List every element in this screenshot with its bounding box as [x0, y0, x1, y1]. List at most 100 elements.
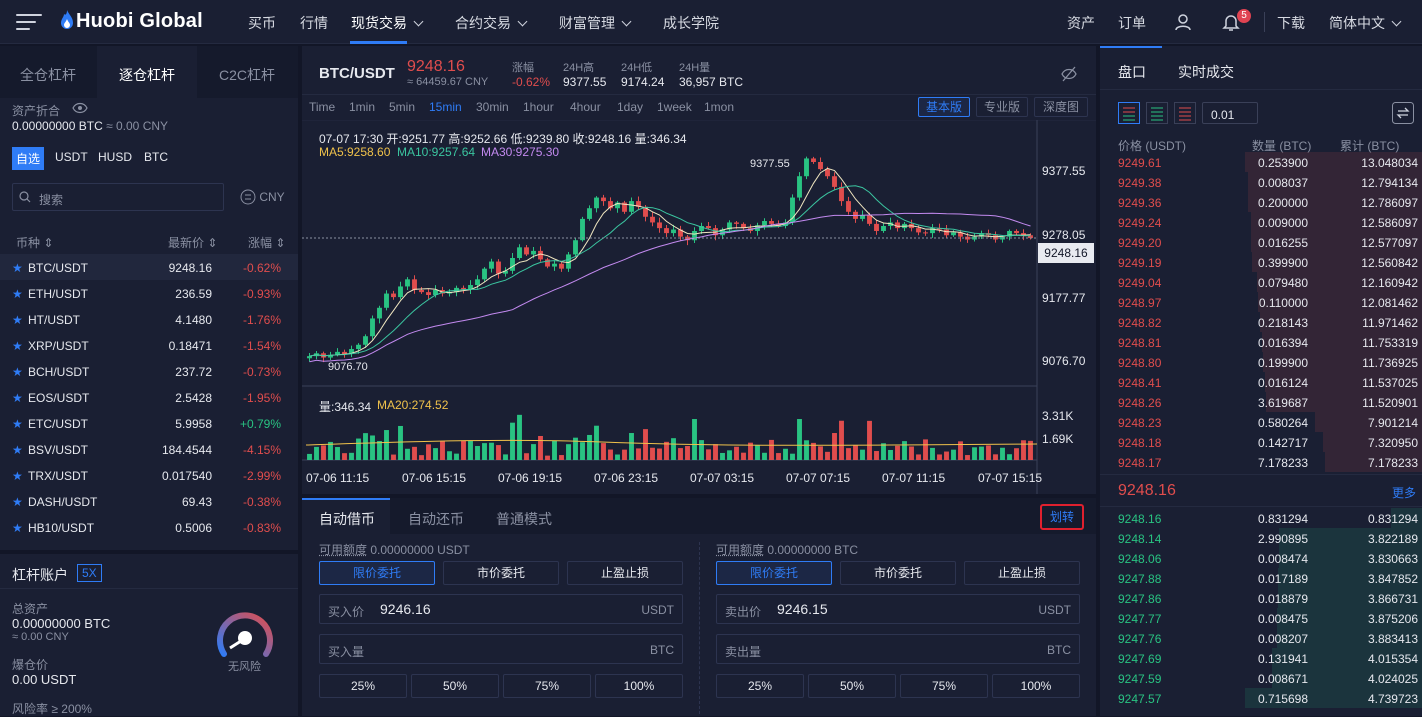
nav-download[interactable]: 下载: [1277, 13, 1305, 33]
interval-1mon[interactable]: 1mon: [704, 100, 734, 114]
interval-4hour[interactable]: 4hour: [570, 100, 601, 114]
tab-usdt[interactable]: USDT: [55, 150, 88, 164]
star-icon[interactable]: ★: [12, 261, 23, 275]
pair-row[interactable]: ★ ETH/USDT 236.59 -0.93%: [0, 280, 298, 306]
kline-chart[interactable]: [302, 120, 1096, 494]
user-icon[interactable]: [1174, 13, 1192, 31]
interval-1min[interactable]: 1min: [349, 100, 375, 114]
view-basic[interactable]: 基本版: [918, 97, 970, 117]
star-icon[interactable]: ★: [12, 339, 23, 353]
ask-row[interactable]: 9249.36 0.200000 12.786097: [1100, 192, 1422, 212]
hide-chart-icon[interactable]: [1060, 65, 1078, 83]
book-asks-icon[interactable]: [1174, 102, 1196, 124]
percent-button[interactable]: 50%: [808, 674, 896, 698]
pair-row[interactable]: ★ BTC/USDT 9248.16 -0.62%: [0, 254, 298, 280]
pair-row[interactable]: ★ DASH/USDT 69.43 -0.38%: [0, 488, 298, 514]
eye-icon[interactable]: [72, 102, 88, 114]
nav-orders[interactable]: 订单: [1118, 13, 1146, 33]
bid-row[interactable]: 9247.88 0.017189 3.847852: [1100, 568, 1422, 588]
percent-button[interactable]: 100%: [992, 674, 1080, 698]
order-type-stop[interactable]: 止盈止损: [964, 561, 1080, 585]
order-type-limit[interactable]: 限价委托: [716, 561, 832, 585]
bid-row[interactable]: 9248.16 0.831294 0.831294: [1100, 508, 1422, 528]
tab-husd[interactable]: HUSD: [98, 150, 132, 164]
pair-row[interactable]: ★ EOS/USDT 2.5428 -1.95%: [0, 384, 298, 410]
view-depth[interactable]: 深度图: [1034, 97, 1088, 117]
col-price[interactable]: 最新价 ⇕: [168, 234, 217, 251]
star-icon[interactable]: ★: [12, 391, 23, 405]
bid-row[interactable]: 9248.14 2.990895 3.822189: [1100, 528, 1422, 548]
interval-time[interactable]: Time: [309, 100, 335, 114]
ask-row[interactable]: 9249.38 0.008037 12.794134: [1100, 172, 1422, 192]
order-type-market[interactable]: 市价委托: [840, 561, 956, 585]
percent-button[interactable]: 75%: [503, 674, 591, 698]
tab-btc[interactable]: BTC: [144, 150, 168, 164]
order-type-limit[interactable]: 限价委托: [319, 561, 435, 585]
star-icon[interactable]: ★: [12, 417, 23, 431]
precision-select[interactable]: 0.01: [1202, 102, 1258, 124]
price-input[interactable]: 卖出价 9246.15 USDT: [716, 594, 1080, 624]
tab-orderbook[interactable]: 盘口: [1118, 62, 1146, 82]
tab-c2c-margin[interactable]: C2C杠杆: [219, 65, 275, 85]
price-input[interactable]: 买入价 9246.16 USDT: [319, 594, 683, 624]
amount-input[interactable]: 卖出量 BTC: [716, 634, 1080, 664]
tab-isolated-margin[interactable]: 逐仓杠杆: [97, 46, 197, 98]
order-type-stop[interactable]: 止盈止损: [567, 561, 683, 585]
pair-row[interactable]: ★ HT/USDT 4.1480 -1.76%: [0, 306, 298, 332]
search-input[interactable]: 搜索: [12, 183, 224, 211]
nav-futures[interactable]: 合约交易: [455, 13, 526, 33]
pair-row[interactable]: ★ HB10/USDT 0.5006 -0.83%: [0, 514, 298, 540]
pair-row[interactable]: ★ ETC/USDT 5.9958 +0.79%: [0, 410, 298, 436]
bid-row[interactable]: 9247.76 0.008207 3.883413: [1100, 628, 1422, 648]
ask-row[interactable]: 9248.26 3.619687 11.520901: [1100, 392, 1422, 412]
book-both-icon[interactable]: [1118, 102, 1140, 124]
percent-button[interactable]: 25%: [716, 674, 804, 698]
ask-row[interactable]: 9248.80 0.199900 11.736925: [1100, 352, 1422, 372]
star-icon[interactable]: ★: [12, 313, 23, 327]
transfer-button[interactable]: 划转: [1040, 504, 1084, 530]
view-pro[interactable]: 专业版: [976, 97, 1028, 117]
bid-row[interactable]: 9248.06 0.008474 3.830663: [1100, 548, 1422, 568]
percent-button[interactable]: 25%: [319, 674, 407, 698]
tab-auto-repay[interactable]: 自动还币: [408, 509, 464, 529]
star-icon[interactable]: ★: [12, 495, 23, 509]
nav-assets[interactable]: 资产: [1067, 13, 1095, 33]
interval-5min[interactable]: 5min: [389, 100, 415, 114]
pair-row[interactable]: ★ BCH/USDT 237.72 -0.73%: [0, 358, 298, 384]
ask-row[interactable]: 9249.61 0.253900 13.048034: [1100, 152, 1422, 172]
star-icon[interactable]: ★: [12, 521, 23, 535]
ask-row[interactable]: 9248.41 0.016124 11.537025: [1100, 372, 1422, 392]
percent-button[interactable]: 100%: [595, 674, 683, 698]
menu-icon[interactable]: [16, 14, 42, 30]
ask-row[interactable]: 9249.19 0.399900 12.560842: [1100, 252, 1422, 272]
star-icon[interactable]: ★: [12, 469, 23, 483]
language-select[interactable]: 简体中文: [1329, 13, 1400, 33]
nav-buy-crypto[interactable]: 买币: [248, 13, 276, 33]
col-change[interactable]: 涨幅 ⇕: [248, 234, 285, 251]
amount-input[interactable]: 买入量 BTC: [319, 634, 683, 664]
tab-normal-mode[interactable]: 普通模式: [496, 509, 552, 529]
percent-button[interactable]: 75%: [900, 674, 988, 698]
settings-swap-icon[interactable]: [1392, 102, 1414, 124]
ask-row[interactable]: 9248.17 7.178233 7.178233: [1100, 452, 1422, 472]
star-icon[interactable]: ★: [12, 443, 23, 457]
interval-1hour[interactable]: 1hour: [523, 100, 554, 114]
bid-row[interactable]: 9247.86 0.018879 3.866731: [1100, 588, 1422, 608]
interval-15min[interactable]: 15min: [429, 100, 462, 114]
ask-row[interactable]: 9249.24 0.009000 12.586097: [1100, 212, 1422, 232]
col-pair[interactable]: 币种 ⇕: [16, 234, 53, 251]
ask-row[interactable]: 9249.20 0.016255 12.577097: [1100, 232, 1422, 252]
nav-spot[interactable]: 现货交易: [351, 13, 422, 33]
order-type-market[interactable]: 市价委托: [443, 561, 559, 585]
tab-favorites[interactable]: 自选: [12, 147, 44, 170]
nav-finance[interactable]: 财富管理: [559, 13, 630, 33]
currency-toggle[interactable]: CNY: [240, 189, 285, 205]
nav-markets[interactable]: 行情: [300, 13, 328, 33]
bid-row[interactable]: 9247.69 0.131941 4.015354: [1100, 648, 1422, 668]
book-bids-icon[interactable]: [1146, 102, 1168, 124]
ask-row[interactable]: 9248.23 0.580264 7.901214: [1100, 412, 1422, 432]
ask-row[interactable]: 9248.97 0.110000 12.081462: [1100, 292, 1422, 312]
nav-academy[interactable]: 成长学院: [663, 13, 719, 33]
tab-auto-borrow[interactable]: 自动借币: [319, 509, 375, 529]
ask-row[interactable]: 9248.81 0.016394 11.753319: [1100, 332, 1422, 352]
